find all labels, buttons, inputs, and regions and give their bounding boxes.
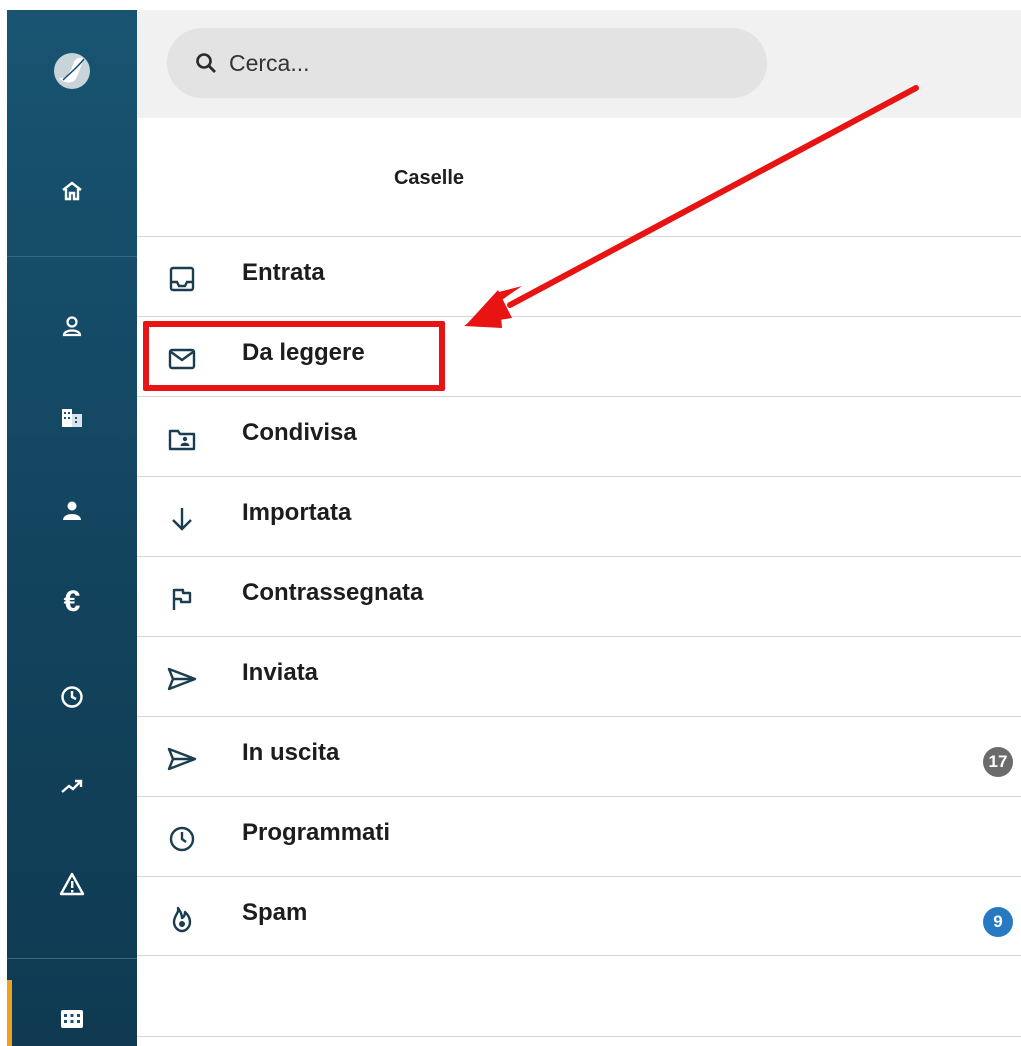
annotation-arrow xyxy=(464,85,919,328)
